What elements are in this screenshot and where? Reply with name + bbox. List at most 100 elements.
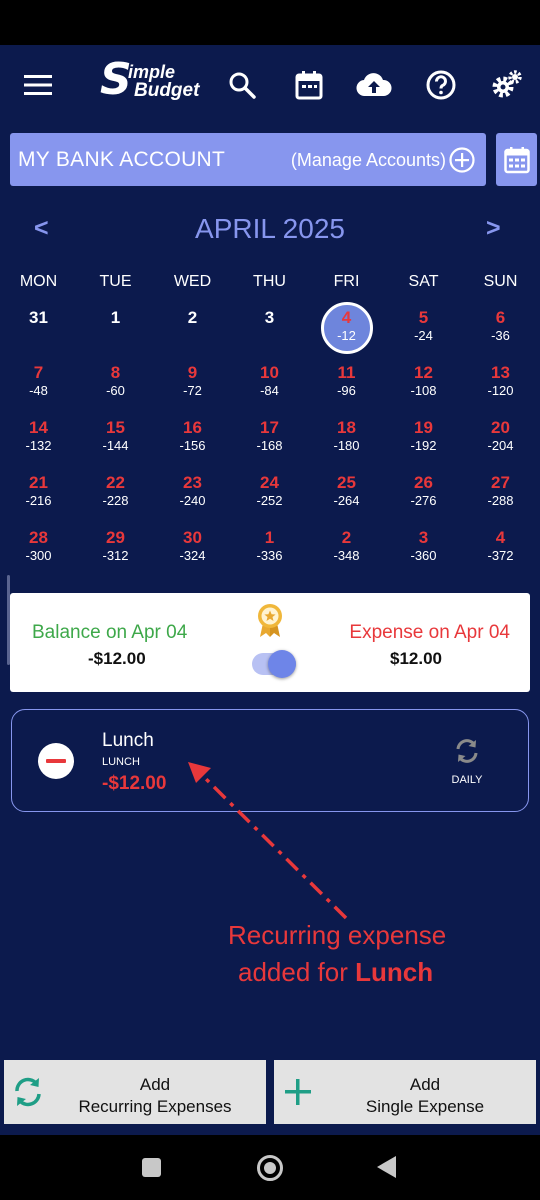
day-amount xyxy=(154,328,231,344)
calendar-day[interactable]: 22 -228 xyxy=(77,461,154,516)
calendar-day[interactable]: 29 -312 xyxy=(77,516,154,571)
calendar-weeks: 31 1 2 3 4 -12 5 -24 6 -36 7 -48 8 -60 9 -72 10 -84 11 -96 1… xyxy=(0,296,540,571)
calendar-week-row: 28 -300 29 -312 30 -324 1 -336 2 -348 3 -360 4 -372 xyxy=(0,516,540,571)
bottom-actions: Add Recurring Expenses Add Single Expens… xyxy=(0,1058,540,1128)
day-number: 18 xyxy=(337,418,356,437)
day-amount: -60 xyxy=(106,383,125,398)
calendar-day[interactable]: 11 -96 xyxy=(308,351,385,406)
calendar-day[interactable]: 2 -348 xyxy=(308,516,385,571)
calendar-day[interactable]: 17 -168 xyxy=(231,406,308,461)
account-selector[interactable]: MY BANK ACCOUNT (Manage Accounts) xyxy=(10,133,486,186)
calendar-day[interactable]: 12 -108 xyxy=(385,351,462,406)
day-number: 13 xyxy=(491,363,510,382)
day-number: 27 xyxy=(491,473,510,492)
calendar-day-selected[interactable]: 4 -12 xyxy=(308,296,385,354)
calendar-day[interactable]: 25 -264 xyxy=(308,461,385,516)
day-amount: -24 xyxy=(414,328,433,343)
logo-word-budget: Budget xyxy=(134,80,200,101)
calendar-day[interactable]: 20 -204 xyxy=(462,406,539,461)
calendar-day[interactable]: 16 -156 xyxy=(154,406,231,461)
summary-card: Balance on Apr 04 -$12.00 Expense on Apr… xyxy=(10,593,530,692)
calendar-day[interactable]: 3 -360 xyxy=(385,516,462,571)
add-recurring-label-line2: Recurring Expenses xyxy=(78,1097,232,1116)
add-single-label: Add Single Expense xyxy=(314,1074,536,1118)
day-number: 3 xyxy=(418,528,429,547)
simple-budget-logo: S imple Budget xyxy=(100,54,210,106)
calendar-day[interactable]: 24 -252 xyxy=(231,461,308,516)
add-recurring-expenses-button[interactable]: Add Recurring Expenses xyxy=(4,1060,266,1124)
calendar-day[interactable]: 23 -240 xyxy=(154,461,231,516)
add-single-expense-button[interactable]: Add Single Expense xyxy=(274,1060,536,1124)
day-number: 2 xyxy=(341,528,352,547)
add-recurring-label: Add Recurring Expenses xyxy=(44,1074,266,1118)
calendar-view-button[interactable] xyxy=(496,133,537,186)
recents-icon[interactable] xyxy=(142,1158,161,1177)
calendar-day[interactable]: 30 -324 xyxy=(154,516,231,571)
help-icon[interactable] xyxy=(421,65,461,105)
weekday-label: TUE xyxy=(99,273,132,290)
day-amount: -96 xyxy=(337,383,356,398)
calendar-day[interactable]: 27 -288 xyxy=(462,461,539,516)
search-icon[interactable] xyxy=(222,65,262,105)
calendar-day[interactable]: 28 -300 xyxy=(0,516,77,571)
day-amount: -204 xyxy=(487,438,514,453)
medal-icon[interactable] xyxy=(254,603,286,639)
next-month-button[interactable]: > xyxy=(486,214,501,243)
summary-toggle[interactable] xyxy=(252,650,296,678)
calendar-day[interactable]: 9 -72 xyxy=(154,351,231,406)
calendar-day[interactable]: 14 -132 xyxy=(0,406,77,461)
day-number: 1 xyxy=(264,528,275,547)
cloud-upload-icon[interactable] xyxy=(354,65,394,105)
calendar-day[interactable]: 5 -24 xyxy=(385,296,462,351)
day-number: 6 xyxy=(495,308,506,327)
weekday-label: MON xyxy=(19,273,58,290)
back-icon[interactable] xyxy=(377,1156,396,1178)
account-name[interactable]: MY BANK ACCOUNT xyxy=(18,148,225,172)
calendar-day[interactable]: 15 -144 xyxy=(77,406,154,461)
calendar-day[interactable]: 10 -84 xyxy=(231,351,308,406)
menu-icon[interactable] xyxy=(18,65,58,105)
remove-expense-icon[interactable] xyxy=(38,743,74,779)
day-amount: -264 xyxy=(333,493,360,508)
calendar-day[interactable]: 26 -276 xyxy=(385,461,462,516)
calendar-day[interactable]: 6 -36 xyxy=(462,296,539,351)
manage-accounts-link[interactable]: (Manage Accounts) xyxy=(291,150,446,171)
balance-label: Balance on Apr 04 xyxy=(32,622,188,643)
day-number: 29 xyxy=(106,528,125,547)
day-amount: -156 xyxy=(179,438,206,453)
expense-list-item[interactable]: Lunch LUNCH -$12.00 DAILY xyxy=(11,709,529,812)
calendar-day[interactable]: 1 -336 xyxy=(231,516,308,571)
day-amount: -228 xyxy=(102,493,129,508)
calendar-day[interactable]: 18 -180 xyxy=(308,406,385,461)
calendar-day[interactable]: 2 xyxy=(154,296,231,351)
add-recurring-label-line1: Add xyxy=(139,1075,171,1094)
calendar-icon[interactable] xyxy=(289,65,329,105)
day-amount xyxy=(0,328,77,344)
day-number: 14 xyxy=(29,418,48,437)
calendar-day[interactable]: 3 xyxy=(231,296,308,351)
day-amount: -144 xyxy=(102,438,129,453)
day-number: 2 xyxy=(187,308,198,327)
home-icon[interactable] xyxy=(257,1155,283,1181)
day-amount: -300 xyxy=(25,548,52,563)
day-amount: -120 xyxy=(487,383,514,398)
expense-amount: -$12.00 xyxy=(102,773,167,794)
calendar-day[interactable]: 7 -48 xyxy=(0,351,77,406)
day-number: 31 xyxy=(29,308,48,327)
calendar-day[interactable]: 19 -192 xyxy=(385,406,462,461)
day-amount: -180 xyxy=(333,438,360,453)
day-amount: -36 xyxy=(491,328,510,343)
day-number: 11 xyxy=(337,363,356,382)
day-amount: -84 xyxy=(260,383,279,398)
calendar-day[interactable]: 13 -120 xyxy=(462,351,539,406)
day-amount: -372 xyxy=(487,548,514,563)
system-navigation-bar xyxy=(0,1135,540,1200)
calendar-day[interactable]: 1 xyxy=(77,296,154,351)
calendar-day[interactable]: 8 -60 xyxy=(77,351,154,406)
calendar-day[interactable]: 4 -372 xyxy=(462,516,539,571)
add-account-icon[interactable] xyxy=(449,147,475,173)
settings-icon[interactable] xyxy=(487,65,527,105)
calendar-day[interactable]: 21 -216 xyxy=(0,461,77,516)
calendar-day[interactable]: 31 xyxy=(0,296,77,351)
day-number: 12 xyxy=(414,363,433,382)
